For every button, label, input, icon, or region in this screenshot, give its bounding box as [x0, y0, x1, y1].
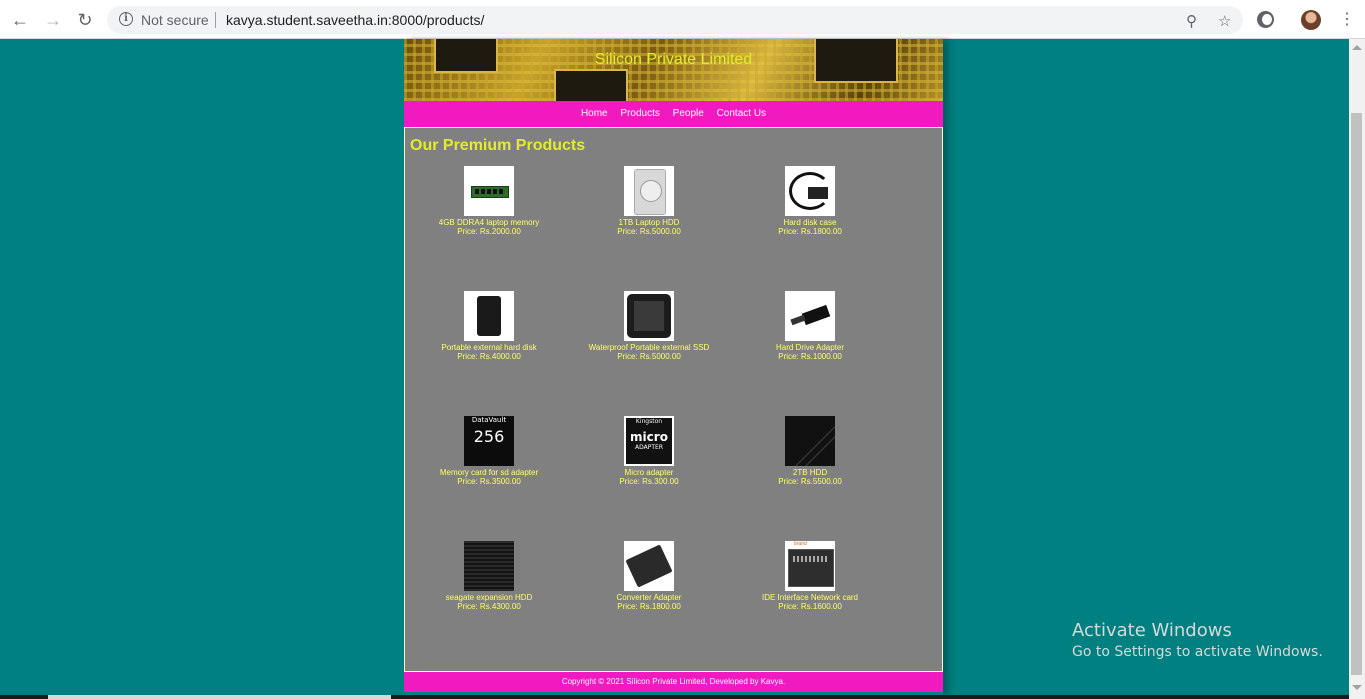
product-card[interactable]: Portable external hard disk Price: Rs.40…	[409, 291, 569, 361]
seagate-hdd-icon[interactable]	[464, 541, 514, 591]
product-price: Price: Rs.1800.00	[617, 602, 681, 611]
micro-sub: ADAPTER	[635, 444, 663, 451]
external-disk-icon[interactable]	[464, 291, 514, 341]
product-card[interactable]: seagate expansion HDD Price: Rs.4300.00	[409, 541, 569, 611]
nav-people[interactable]: People	[673, 108, 704, 119]
nav-contact-us[interactable]: Contact Us	[717, 108, 766, 119]
url-text[interactable]: kavya.student.saveetha.in:8000/products/	[226, 12, 484, 28]
product-card[interactable]: Kingston micro ADAPTER Micro adapter Pri…	[569, 416, 729, 486]
site-title: Silicon Private Limited	[594, 51, 753, 68]
address-bar[interactable]: i Not secure kavya.student.saveetha.in:8…	[107, 6, 1243, 34]
product-card[interactable]: DataVault 256 Memory card for sd adapter…	[409, 416, 569, 486]
reload-icon[interactable]: ↻	[74, 9, 96, 31]
product-price: Price: Rs.1600.00	[778, 602, 842, 611]
product-price: Price: Rs.300.00	[619, 477, 679, 486]
watermark-line1: Activate Windows	[1072, 620, 1232, 641]
nav-products[interactable]: Products	[620, 108, 659, 119]
product-name: seagate expansion HDD	[445, 593, 533, 602]
product-price: Price: Rs.3500.00	[457, 477, 521, 486]
product-card[interactable]: 1TB Laptop HDD Price: Rs.5000.00	[569, 166, 729, 236]
product-price: Price: Rs.4000.00	[457, 352, 521, 361]
product-card[interactable]: Waterproof Portable external SSD Price: …	[569, 291, 729, 361]
product-name: Waterproof Portable external SSD	[588, 343, 710, 352]
product-name: Micro adapter	[624, 468, 674, 477]
2tb-hdd-icon[interactable]	[785, 416, 835, 466]
product-price: Price: Rs.1800.00	[778, 227, 842, 236]
product-card[interactable]: 4GB DDRA4 laptop memory Price: Rs.2000.0…	[409, 166, 569, 236]
converter-adapter-icon[interactable]	[624, 541, 674, 591]
back-arrow-icon[interactable]: ←	[9, 9, 31, 31]
page-scrollbar[interactable]	[1349, 39, 1365, 699]
drive-adapter-icon[interactable]	[785, 291, 835, 341]
external-ssd-icon[interactable]	[624, 291, 674, 341]
security-label: Not secure	[141, 12, 209, 28]
site-page: Silicon Private Limited Home Products Pe…	[404, 39, 943, 695]
micro-sd-adapter-icon[interactable]: Kingston micro ADAPTER	[624, 416, 674, 466]
product-card[interactable]: Hard Drive Adapter Price: Rs.1000.00	[730, 291, 890, 361]
product-card[interactable]: brand IDE Interface Network card Price: …	[730, 541, 890, 611]
micro-brand: Kingston	[635, 418, 663, 425]
product-name: 4GB DDRA4 laptop memory	[438, 218, 540, 227]
site-footer: Copyright © 2021 Silicon Private Limited…	[404, 672, 943, 692]
ram-stick-icon[interactable]	[464, 166, 514, 216]
product-name: 1TB Laptop HDD	[618, 218, 680, 227]
star-icon[interactable]: ☆	[1218, 12, 1231, 30]
scroll-thumb[interactable]	[1351, 113, 1362, 675]
product-name: Hard Drive Adapter	[775, 343, 845, 352]
product-name: Hard disk case	[783, 218, 837, 227]
ide-label: brand	[794, 541, 807, 547]
products-content: Our Premium Products 4GB DDRA4 laptop me…	[404, 127, 943, 672]
sd-card-capacity: 256	[473, 427, 505, 446]
scroll-up-arrow-icon[interactable]	[1352, 45, 1362, 50]
product-price: Price: Rs.2000.00	[457, 227, 521, 236]
banner-chip-image	[554, 69, 628, 101]
ide-card-icon[interactable]: brand	[785, 541, 835, 591]
sd-card-icon[interactable]: DataVault 256	[464, 416, 514, 466]
disk-case-icon[interactable]	[785, 166, 835, 216]
product-price: Price: Rs.5000.00	[617, 227, 681, 236]
product-price: Price: Rs.5000.00	[617, 352, 681, 361]
section-heading: Our Premium Products	[410, 137, 586, 154]
product-name: Memory card for sd adapter	[439, 468, 539, 477]
micro-text: micro	[630, 430, 668, 444]
extension-icon[interactable]	[1257, 11, 1274, 28]
address-separator	[215, 12, 216, 28]
main-nav: Home Products People Contact Us	[404, 101, 943, 127]
product-card[interactable]: Hard disk case Price: Rs.1800.00	[730, 166, 890, 236]
taskbar-strip	[0, 695, 1349, 699]
product-card[interactable]: 2TB HDD Price: Rs.5500.00	[730, 416, 890, 486]
laptop-hdd-icon[interactable]	[624, 166, 674, 216]
info-icon[interactable]: i	[119, 12, 133, 26]
product-name: Converter Adapter	[616, 593, 682, 602]
scroll-down-arrow-icon[interactable]	[1352, 685, 1362, 690]
product-price: Price: Rs.1000.00	[778, 352, 842, 361]
forward-arrow-icon[interactable]: →	[42, 9, 64, 31]
menu-dots-icon[interactable]: ⋮	[1339, 9, 1355, 29]
product-name: IDE Interface Network card	[761, 593, 859, 602]
zoom-icon[interactable]: ⚲	[1186, 12, 1197, 30]
product-card[interactable]: Converter Adapter Price: Rs.1800.00	[569, 541, 729, 611]
header-banner: Silicon Private Limited	[404, 39, 943, 101]
nav-home[interactable]: Home	[581, 108, 608, 119]
browser-toolbar: ← → ↻ i Not secure kavya.student.saveeth…	[0, 0, 1365, 39]
product-price: Price: Rs.5500.00	[778, 477, 842, 486]
product-name: Portable external hard disk	[441, 343, 537, 352]
watermark-line2: Go to Settings to activate Windows.	[1072, 644, 1323, 660]
product-price: Price: Rs.4300.00	[457, 602, 521, 611]
avatar[interactable]	[1301, 10, 1321, 30]
windows-activation-watermark: Activate Windows Go to Settings to activ…	[1072, 620, 1323, 663]
product-name: 2TB HDD	[792, 468, 828, 477]
sd-card-brand: DataVault	[471, 416, 507, 424]
